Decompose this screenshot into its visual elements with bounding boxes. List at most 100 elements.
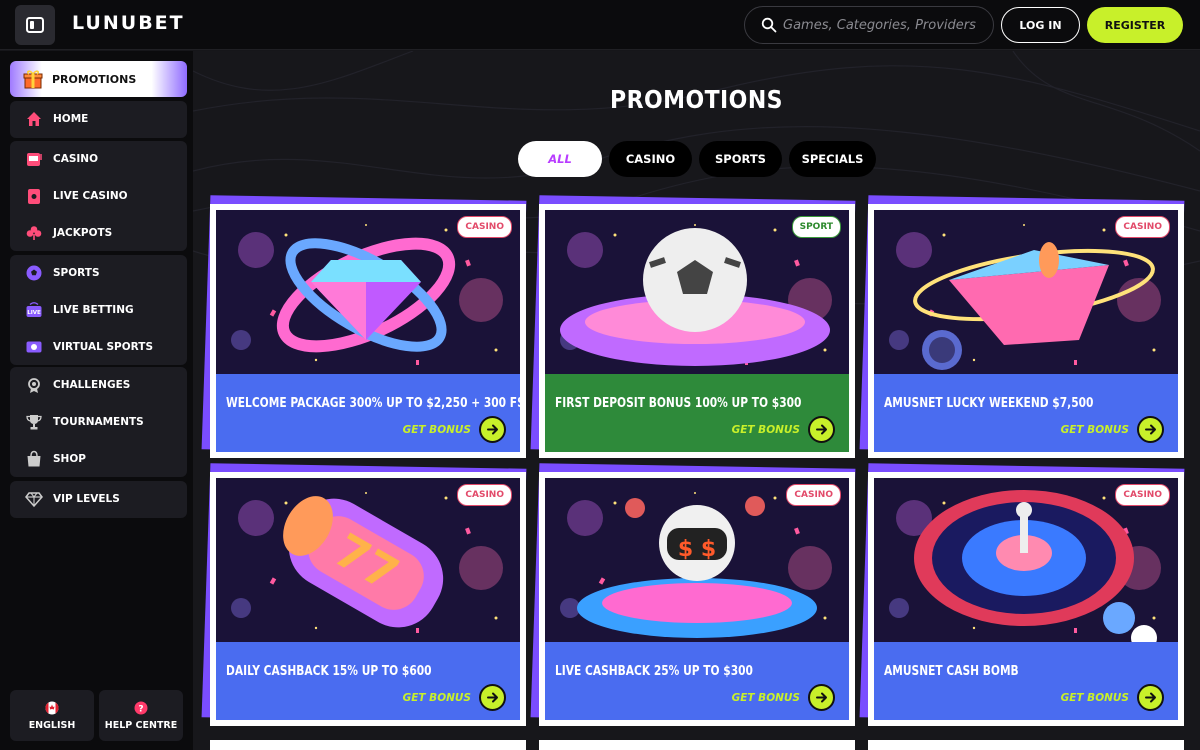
tab-sports[interactable]: SPORTS: [699, 141, 782, 177]
soccer-ball-icon: [26, 265, 42, 281]
sidebar-item-virtual-sports[interactable]: VIRTUAL SPORTS: [10, 328, 187, 365]
promotion-card[interactable]: AMUSNET CASH BOMB GET BONUS CASINO: [868, 472, 1184, 726]
sidebar-item-casino[interactable]: CASINO: [10, 141, 187, 178]
wave-divider: [216, 378, 520, 388]
arrow-right-icon[interactable]: [479, 416, 506, 443]
sidebar-toggle-button[interactable]: [15, 5, 55, 45]
promotion-title: AMUSNET LUCKY WEEKEND $7,500: [884, 396, 1094, 411]
sidebar-item-label: LIVE BETTING: [53, 304, 134, 317]
home-icon: [27, 112, 41, 127]
wave-divider: [545, 646, 849, 656]
canada-flag-icon: [45, 701, 59, 714]
category-badge: CASINO: [457, 216, 512, 238]
sidebar-item-label: VIRTUAL SPORTS: [53, 340, 154, 353]
promotion-footer: AMUSNET LUCKY WEEKEND $7,500 GET BONUS: [874, 374, 1178, 452]
live-card-icon: [28, 189, 40, 205]
wave-divider: [874, 646, 1178, 656]
tab-specials[interactable]: SPECIALS: [789, 141, 876, 177]
get-bonus-button[interactable]: GET BONUS: [403, 684, 506, 711]
help-centre-button[interactable]: ? HELP CENTRE: [99, 690, 183, 741]
nav-group-casino: CASINO LIVE CASINO JACKPOTS: [10, 141, 187, 252]
sidebar-item-label: SPORTS: [53, 267, 100, 280]
sidebar-item-label: CASINO: [53, 153, 99, 166]
tab-all[interactable]: ALL: [518, 141, 602, 177]
sidebar-item-promotions[interactable]: PROMOTIONS: [10, 61, 187, 97]
top-header: LUNUBET LOG IN REGISTER: [0, 0, 1200, 50]
promotion-card[interactable]: 77 DAILY CASHBACK 15% UP TO $600 GET BON…: [210, 472, 526, 726]
category-badge: CASINO: [1115, 484, 1170, 506]
promotion-card[interactable]: AMUSNET LUCKY WEEKEND $7,500 GET BONUS C…: [868, 204, 1184, 458]
virtual-screen-icon: [26, 341, 42, 353]
register-button[interactable]: REGISTER: [1087, 7, 1183, 43]
gift-icon: [23, 70, 43, 89]
nav-group-extras: CHALLENGES TOURNAMENTS SHOP: [10, 367, 187, 478]
promotion-card-partial[interactable]: [539, 740, 855, 750]
sidebar-item-tournaments[interactable]: TOURNAMENTS: [10, 404, 187, 441]
arrow-right-icon[interactable]: [808, 416, 835, 443]
get-bonus-label: GET BONUS: [402, 691, 471, 704]
promotion-footer: FIRST DEPOSIT BONUS 100% UP TO $300 GET …: [545, 374, 849, 452]
help-icon: ?: [134, 701, 148, 714]
get-bonus-label: GET BONUS: [402, 423, 471, 436]
nav-group-vip: VIP LEVELS: [10, 481, 187, 518]
get-bonus-label: GET BONUS: [731, 423, 800, 436]
promotion-card[interactable]: $ $ LIVE CASHBACK 25% UP TO $300 GET BON…: [539, 472, 855, 726]
brand-logo[interactable]: LUNUBET: [72, 12, 185, 34]
promotion-card-partial[interactable]: [210, 740, 526, 750]
wave-divider: [545, 378, 849, 388]
sidebar-item-label: CHALLENGES: [53, 379, 131, 392]
language-button[interactable]: ENGLISH: [10, 690, 94, 741]
sidebar-icon: [26, 17, 44, 33]
arrow-right-icon[interactable]: [1137, 416, 1164, 443]
get-bonus-label: GET BONUS: [1060, 691, 1129, 704]
wave-divider: [874, 378, 1178, 388]
promotion-title: LIVE CASHBACK 25% UP TO $300: [555, 664, 753, 679]
arrow-right-icon[interactable]: [479, 684, 506, 711]
search-box[interactable]: [744, 6, 994, 44]
sidebar-item-shop[interactable]: SHOP: [10, 440, 187, 477]
promotion-card[interactable]: FIRST DEPOSIT BONUS 100% UP TO $300 GET …: [539, 204, 855, 458]
sidebar-item-label: VIP LEVELS: [53, 493, 120, 506]
sidebar-item-label: SHOP: [53, 452, 86, 465]
promotion-filter-tabs: ALL CASINO SPORTS SPECIALS: [518, 141, 876, 177]
wave-divider: [216, 646, 520, 656]
promotion-card-partial[interactable]: [868, 740, 1184, 750]
get-bonus-button[interactable]: GET BONUS: [1061, 416, 1164, 443]
promotion-footer: DAILY CASHBACK 15% UP TO $600 GET BONUS: [216, 642, 520, 720]
sidebar-item-challenges[interactable]: CHALLENGES: [10, 367, 187, 404]
promotion-footer: LIVE CASHBACK 25% UP TO $300 GET BONUS: [545, 642, 849, 720]
tab-casino[interactable]: CASINO: [609, 141, 692, 177]
sidebar-item-vip-levels[interactable]: VIP LEVELS: [10, 481, 187, 518]
help-centre-label: HELP CENTRE: [104, 719, 178, 731]
shopping-bag-icon: [27, 450, 41, 467]
nav-group-home: HOME: [10, 101, 187, 138]
diamond-icon: [25, 492, 43, 508]
sidebar-item-live-casino[interactable]: LIVE CASINO: [10, 178, 187, 215]
page-title: PROMOTIONS: [610, 85, 783, 114]
arrow-right-icon[interactable]: [808, 684, 835, 711]
sidebar-item-label: LIVE CASINO: [53, 190, 128, 203]
get-bonus-label: GET BONUS: [731, 691, 800, 704]
get-bonus-button[interactable]: GET BONUS: [732, 684, 835, 711]
svg-text:?: ?: [138, 704, 143, 714]
sidebar-item-label: JACKPOTS: [53, 226, 113, 239]
promotion-title: WELCOME PACKAGE 300% UP TO $2,250 + 300 …: [226, 396, 525, 411]
promotion-card[interactable]: WELCOME PACKAGE 300% UP TO $2,250 + 300 …: [210, 204, 526, 458]
sidebar-item-label: TOURNAMENTS: [53, 416, 144, 429]
sidebar-item-home[interactable]: HOME: [10, 101, 187, 138]
get-bonus-label: GET BONUS: [1060, 423, 1129, 436]
get-bonus-button[interactable]: GET BONUS: [403, 416, 506, 443]
category-badge: SPORT: [791, 216, 841, 238]
promotion-title: AMUSNET CASH BOMB: [884, 664, 1019, 679]
search-input[interactable]: [783, 17, 983, 33]
get-bonus-button[interactable]: GET BONUS: [732, 416, 835, 443]
arrow-right-icon[interactable]: [1137, 684, 1164, 711]
svg-text:$ $: $ $: [678, 537, 716, 562]
sidebar-item-sports[interactable]: SPORTS: [10, 255, 187, 292]
get-bonus-button[interactable]: GET BONUS: [1061, 684, 1164, 711]
login-button[interactable]: LOG IN: [1001, 7, 1080, 43]
sidebar-item-live-betting[interactable]: LIVE LIVE BETTING: [10, 292, 187, 329]
trophy-icon: [26, 415, 42, 430]
sidebar-item-jackpots[interactable]: JACKPOTS: [10, 214, 187, 251]
category-badge: CASINO: [786, 484, 841, 506]
